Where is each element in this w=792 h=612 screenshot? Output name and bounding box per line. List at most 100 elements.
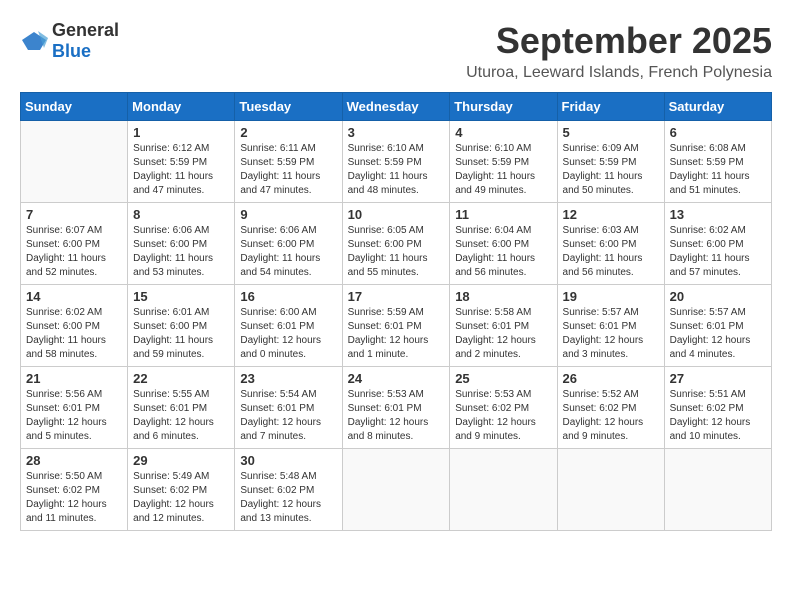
calendar-week-row: 7 Sunrise: 6:07 AM Sunset: 6:00 PM Daylig… <box>21 203 772 285</box>
day-info: Sunrise: 6:06 AM Sunset: 6:00 PM Dayligh… <box>133 224 229 280</box>
day-number: 25 <box>455 371 551 386</box>
day-number: 8 <box>133 207 229 222</box>
calendar-cell: 5 Sunrise: 6:09 AM Sunset: 5:59 PM Daylig… <box>557 121 664 203</box>
calendar-cell: 17 Sunrise: 5:59 AM Sunset: 6:01 PM Dayli… <box>342 285 450 367</box>
logo: General Blue <box>20 20 119 62</box>
calendar-cell <box>450 449 557 531</box>
calendar-cell: 25 Sunrise: 5:53 AM Sunset: 6:02 PM Dayli… <box>450 367 557 449</box>
day-info: Sunrise: 5:52 AM Sunset: 6:02 PM Dayligh… <box>563 388 659 444</box>
calendar-cell: 19 Sunrise: 5:57 AM Sunset: 6:01 PM Dayli… <box>557 285 664 367</box>
day-number: 1 <box>133 125 229 140</box>
day-info: Sunrise: 5:53 AM Sunset: 6:01 PM Dayligh… <box>348 388 445 444</box>
day-info: Sunrise: 5:55 AM Sunset: 6:01 PM Dayligh… <box>133 388 229 444</box>
month-title: September 2025 <box>466 20 772 62</box>
day-number: 18 <box>455 289 551 304</box>
day-info: Sunrise: 6:10 AM Sunset: 5:59 PM Dayligh… <box>455 142 551 198</box>
day-number: 5 <box>563 125 659 140</box>
day-number: 3 <box>348 125 445 140</box>
day-info: Sunrise: 5:57 AM Sunset: 6:01 PM Dayligh… <box>670 306 766 362</box>
calendar-cell: 30 Sunrise: 5:48 AM Sunset: 6:02 PM Dayli… <box>235 449 342 531</box>
day-info: Sunrise: 6:01 AM Sunset: 6:00 PM Dayligh… <box>133 306 229 362</box>
day-info: Sunrise: 5:58 AM Sunset: 6:01 PM Dayligh… <box>455 306 551 362</box>
calendar-cell: 20 Sunrise: 5:57 AM Sunset: 6:01 PM Dayli… <box>664 285 771 367</box>
day-info: Sunrise: 5:56 AM Sunset: 6:01 PM Dayligh… <box>26 388 122 444</box>
day-number: 15 <box>133 289 229 304</box>
day-info: Sunrise: 5:48 AM Sunset: 6:02 PM Dayligh… <box>240 470 336 526</box>
day-info: Sunrise: 6:02 AM Sunset: 6:00 PM Dayligh… <box>26 306 122 362</box>
day-number: 30 <box>240 453 336 468</box>
day-info: Sunrise: 5:49 AM Sunset: 6:02 PM Dayligh… <box>133 470 229 526</box>
day-info: Sunrise: 6:04 AM Sunset: 6:00 PM Dayligh… <box>455 224 551 280</box>
calendar-cell: 21 Sunrise: 5:56 AM Sunset: 6:01 PM Dayli… <box>21 367 128 449</box>
day-number: 14 <box>26 289 122 304</box>
calendar-cell: 23 Sunrise: 5:54 AM Sunset: 6:01 PM Dayli… <box>235 367 342 449</box>
calendar-cell: 13Sunrise: 6:02 AM Sunset: 6:00 PM Dayli… <box>664 203 771 285</box>
calendar-cell: 24 Sunrise: 5:53 AM Sunset: 6:01 PM Dayli… <box>342 367 450 449</box>
day-number: 23 <box>240 371 336 386</box>
calendar-cell: 6Sunrise: 6:08 AM Sunset: 5:59 PM Daylig… <box>664 121 771 203</box>
day-info: Sunrise: 5:51 AM Sunset: 6:02 PM Dayligh… <box>670 388 766 444</box>
calendar-week-row: 21 Sunrise: 5:56 AM Sunset: 6:01 PM Dayli… <box>21 367 772 449</box>
day-info: Sunrise: 6:07 AM Sunset: 6:00 PM Dayligh… <box>26 224 122 280</box>
calendar-cell: 8 Sunrise: 6:06 AM Sunset: 6:00 PM Daylig… <box>128 203 235 285</box>
day-number: 29 <box>133 453 229 468</box>
day-info: Sunrise: 6:09 AM Sunset: 5:59 PM Dayligh… <box>563 142 659 198</box>
day-number: 13 <box>670 207 766 222</box>
calendar-cell <box>342 449 450 531</box>
calendar-cell: 22 Sunrise: 5:55 AM Sunset: 6:01 PM Dayli… <box>128 367 235 449</box>
weekday-header: Wednesday <box>342 93 450 121</box>
calendar-cell: 29 Sunrise: 5:49 AM Sunset: 6:02 PM Dayli… <box>128 449 235 531</box>
day-info: Sunrise: 5:53 AM Sunset: 6:02 PM Dayligh… <box>455 388 551 444</box>
calendar-cell: 18 Sunrise: 5:58 AM Sunset: 6:01 PM Dayli… <box>450 285 557 367</box>
logo-blue: Blue <box>52 41 91 61</box>
weekday-header: Tuesday <box>235 93 342 121</box>
day-info: Sunrise: 5:59 AM Sunset: 6:01 PM Dayligh… <box>348 306 445 362</box>
weekday-header: Friday <box>557 93 664 121</box>
day-number: 9 <box>240 207 336 222</box>
day-number: 22 <box>133 371 229 386</box>
calendar-cell: 7 Sunrise: 6:07 AM Sunset: 6:00 PM Daylig… <box>21 203 128 285</box>
day-info: Sunrise: 6:05 AM Sunset: 6:00 PM Dayligh… <box>348 224 445 280</box>
calendar-cell <box>664 449 771 531</box>
day-info: Sunrise: 6:10 AM Sunset: 5:59 PM Dayligh… <box>348 142 445 198</box>
calendar-week-row: 1Sunrise: 6:12 AM Sunset: 5:59 PM Daylig… <box>21 121 772 203</box>
calendar-cell: 14 Sunrise: 6:02 AM Sunset: 6:00 PM Dayli… <box>21 285 128 367</box>
day-number: 26 <box>563 371 659 386</box>
page-header: General Blue September 2025 Uturoa, Leew… <box>20 20 772 82</box>
title-block: September 2025 Uturoa, Leeward Islands, … <box>466 20 772 82</box>
day-number: 28 <box>26 453 122 468</box>
calendar-cell: 11Sunrise: 6:04 AM Sunset: 6:00 PM Dayli… <box>450 203 557 285</box>
calendar-cell: 9 Sunrise: 6:06 AM Sunset: 6:00 PM Daylig… <box>235 203 342 285</box>
weekday-header: Monday <box>128 93 235 121</box>
calendar-cell: 10 Sunrise: 6:05 AM Sunset: 6:00 PM Dayli… <box>342 203 450 285</box>
day-number: 27 <box>670 371 766 386</box>
logo-icon <box>20 30 48 52</box>
calendar-cell: 4Sunrise: 6:10 AM Sunset: 5:59 PM Daylig… <box>450 121 557 203</box>
day-number: 17 <box>348 289 445 304</box>
day-number: 10 <box>348 207 445 222</box>
day-info: Sunrise: 6:03 AM Sunset: 6:00 PM Dayligh… <box>563 224 659 280</box>
day-info: Sunrise: 5:57 AM Sunset: 6:01 PM Dayligh… <box>563 306 659 362</box>
day-info: Sunrise: 6:11 AM Sunset: 5:59 PM Dayligh… <box>240 142 336 198</box>
calendar-cell <box>21 121 128 203</box>
location-title: Uturoa, Leeward Islands, French Polynesi… <box>466 64 772 82</box>
calendar-cell: 2 Sunrise: 6:11 AM Sunset: 5:59 PM Daylig… <box>235 121 342 203</box>
calendar-table: SundayMondayTuesdayWednesdayThursdayFrid… <box>20 92 772 531</box>
day-number: 24 <box>348 371 445 386</box>
calendar-cell: 3 Sunrise: 6:10 AM Sunset: 5:59 PM Daylig… <box>342 121 450 203</box>
day-number: 19 <box>563 289 659 304</box>
calendar-week-row: 14 Sunrise: 6:02 AM Sunset: 6:00 PM Dayli… <box>21 285 772 367</box>
calendar-cell <box>557 449 664 531</box>
logo-text: General Blue <box>52 20 119 62</box>
day-number: 2 <box>240 125 336 140</box>
day-info: Sunrise: 5:54 AM Sunset: 6:01 PM Dayligh… <box>240 388 336 444</box>
weekday-header: Saturday <box>664 93 771 121</box>
day-number: 6 <box>670 125 766 140</box>
day-info: Sunrise: 6:06 AM Sunset: 6:00 PM Dayligh… <box>240 224 336 280</box>
calendar-cell: 16Sunrise: 6:00 AM Sunset: 6:01 PM Dayli… <box>235 285 342 367</box>
day-info: Sunrise: 6:00 AM Sunset: 6:01 PM Dayligh… <box>240 306 336 362</box>
calendar-week-row: 28Sunrise: 5:50 AM Sunset: 6:02 PM Dayli… <box>21 449 772 531</box>
day-number: 20 <box>670 289 766 304</box>
day-number: 21 <box>26 371 122 386</box>
day-number: 7 <box>26 207 122 222</box>
